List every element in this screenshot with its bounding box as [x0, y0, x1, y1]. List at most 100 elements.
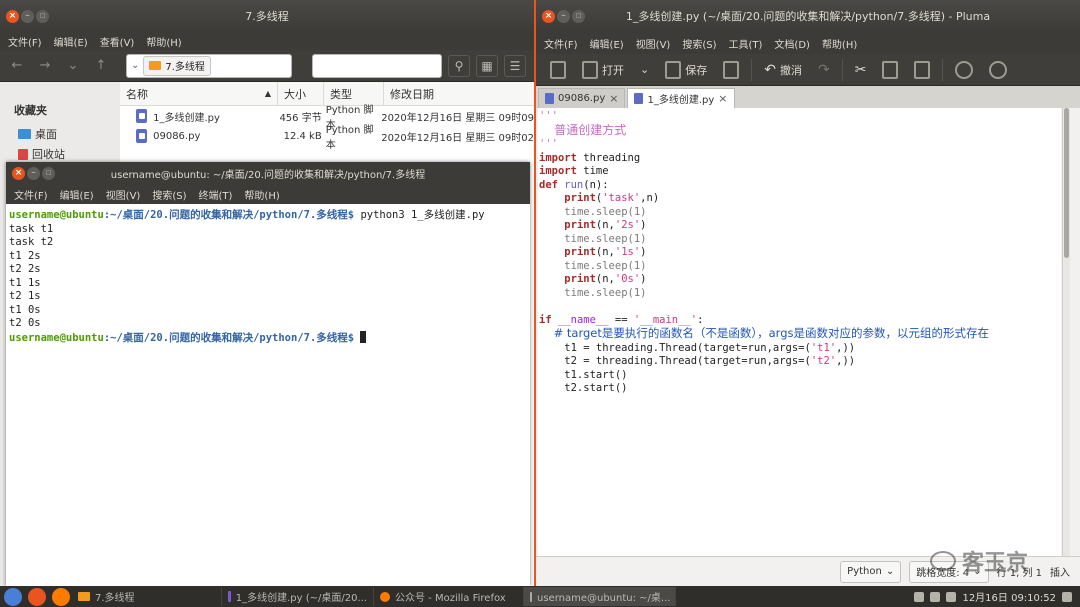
- menu-documents[interactable]: 文档(D): [774, 36, 810, 51]
- menu-terminal[interactable]: 终端(T): [199, 187, 233, 202]
- close-icon[interactable]: ×: [12, 166, 25, 180]
- menu-file[interactable]: 文件(F): [8, 34, 42, 49]
- search-icon[interactable]: ⚲: [448, 54, 470, 77]
- tab-multithread[interactable]: 1_多线创建.py ×: [627, 88, 735, 108]
- code-line: time.sleep(1): [539, 287, 1061, 301]
- menu-help[interactable]: 帮助(H): [146, 34, 181, 49]
- network-icon[interactable]: [914, 591, 925, 602]
- menu-view[interactable]: 查看(V): [100, 34, 135, 49]
- search-input[interactable]: [312, 53, 442, 78]
- menu-tools[interactable]: 工具(T): [729, 36, 763, 51]
- copy-icon: [882, 60, 899, 79]
- print-button[interactable]: [717, 57, 745, 83]
- menu-edit[interactable]: 编辑(E): [54, 34, 88, 49]
- editor-scrollbar[interactable]: [1062, 108, 1070, 556]
- undo-button[interactable]: ↶ 撤消: [758, 57, 808, 83]
- pluma-titlebar[interactable]: × – ▫ 1_多线创建.py (~/桌面/20.问题的收集和解决/python…: [536, 0, 1080, 32]
- close-icon[interactable]: ×: [718, 92, 727, 105]
- code-token: '1s': [614, 246, 641, 258]
- chevron-down-icon: ⌄: [885, 566, 895, 577]
- maximize-icon[interactable]: ▫: [42, 166, 55, 180]
- copy-button[interactable]: [876, 57, 904, 83]
- column-name[interactable]: 名称 ▲: [120, 82, 278, 105]
- file-date: 2020年12月16日 星期三 09时02: [381, 132, 534, 144]
- save-button[interactable]: 保存: [659, 57, 713, 83]
- code-token: (n,: [595, 273, 615, 285]
- minimize-icon[interactable]: –: [27, 166, 40, 180]
- power-icon[interactable]: [1062, 591, 1072, 602]
- list-view-icon[interactable]: ☰: [504, 54, 526, 77]
- menu-launcher-icon[interactable]: [4, 587, 22, 606]
- menu-help[interactable]: 帮助(H): [822, 36, 857, 51]
- sidebar-item-desktop[interactable]: 桌面: [14, 124, 120, 144]
- menu-search[interactable]: 搜索(S): [682, 36, 716, 51]
- app-launcher-icon[interactable]: [28, 587, 46, 606]
- notification-icon[interactable]: [946, 591, 957, 602]
- menu-help[interactable]: 帮助(H): [244, 187, 279, 202]
- table-row[interactable]: 09086.py 12.4 kB Python 脚本 2020年12月16日 星…: [120, 125, 534, 151]
- close-icon[interactable]: ×: [609, 92, 618, 105]
- sidebar-item-trash[interactable]: 回收站: [14, 144, 120, 164]
- minimize-icon[interactable]: –: [21, 9, 34, 23]
- up-arrow-icon[interactable]: ↑: [90, 55, 112, 77]
- code-token: time.sleep(1): [564, 205, 647, 218]
- chevron-down-icon[interactable]: ⌄: [62, 55, 84, 77]
- menu-search[interactable]: 搜索(S): [152, 187, 186, 202]
- code-editor[interactable]: ''' 普通创建方式 ''' import threading import time…: [538, 108, 1061, 556]
- code-token: def: [539, 178, 558, 191]
- forward-arrow-icon[interactable]: →: [34, 55, 56, 77]
- close-icon[interactable]: ×: [542, 9, 555, 23]
- chevron-down-icon[interactable]: ⌄: [131, 60, 139, 71]
- menu-view[interactable]: 视图(V): [106, 187, 141, 202]
- open-recent-button[interactable]: ⌄: [634, 57, 655, 83]
- language-selector[interactable]: Python ⌄: [840, 560, 902, 583]
- tab-09086[interactable]: 09086.py ×: [538, 88, 626, 108]
- menu-view[interactable]: 视图(V): [636, 36, 671, 51]
- chevron-down-icon: ⌄: [640, 63, 650, 76]
- terminal-command: python3 1_多线创建.py: [354, 209, 485, 221]
- search-icon: [955, 60, 974, 79]
- file-date: 2020年12月16日 星期三 09时09: [381, 112, 534, 124]
- menu-file[interactable]: 文件(F): [14, 187, 48, 202]
- redo-icon: ↷: [817, 61, 830, 78]
- maximize-icon[interactable]: ▫: [572, 9, 585, 23]
- grid-view-icon[interactable]: ▦: [476, 54, 498, 77]
- redo-button[interactable]: ↷: [812, 57, 836, 83]
- find-button[interactable]: [949, 57, 979, 83]
- location-bar[interactable]: ⌄ 7.多线程: [126, 53, 292, 78]
- code-token: time: [576, 165, 609, 177]
- column-size[interactable]: 大小: [278, 82, 324, 105]
- task-file-manager[interactable]: 7.多线程: [72, 587, 222, 606]
- terminal-output[interactable]: username@ubuntu:~/桌面/20.问题的收集和解决/python/…: [6, 204, 530, 350]
- menu-file[interactable]: 文件(F): [544, 36, 578, 51]
- minimize-icon[interactable]: –: [557, 9, 570, 23]
- code-line: print(n,'1s'): [539, 246, 1061, 260]
- toolbar-separator: [942, 58, 944, 81]
- terminal-titlebar[interactable]: × – ▫ username@ubuntu: ~/桌面/20.问题的收集和解决/…: [6, 162, 530, 184]
- code-token: ,n): [640, 192, 660, 204]
- task-pluma[interactable]: 1_多线创建.py (~/桌面/20...: [222, 587, 374, 606]
- desktop-icon: [18, 129, 31, 139]
- task-terminal[interactable]: username@ubuntu: ~/桌...: [524, 587, 676, 606]
- scrollbar-thumb[interactable]: [1064, 108, 1069, 258]
- maximize-icon[interactable]: ▫: [36, 9, 49, 23]
- clock[interactable]: 12月16日 09:10:52: [962, 589, 1056, 604]
- back-arrow-icon[interactable]: ←: [6, 55, 28, 77]
- task-firefox[interactable]: 公众号 - Mozilla Firefox: [374, 587, 524, 606]
- cut-button[interactable]: ✂: [849, 57, 873, 83]
- close-icon[interactable]: ×: [6, 9, 19, 23]
- paste-button[interactable]: [908, 57, 936, 83]
- firefox-icon[interactable]: [52, 587, 70, 606]
- new-document-button[interactable]: [544, 57, 572, 83]
- open-button[interactable]: 打开: [576, 57, 630, 83]
- fm-titlebar[interactable]: × – ▫ 7.多线程: [0, 0, 534, 32]
- column-date[interactable]: 修改日期: [384, 82, 534, 105]
- volume-icon[interactable]: [930, 591, 941, 602]
- menu-edit[interactable]: 编辑(E): [590, 36, 624, 51]
- menu-edit[interactable]: 编辑(E): [60, 187, 94, 202]
- location-segment[interactable]: 7.多线程: [143, 55, 211, 76]
- insert-mode: 插入: [1050, 568, 1070, 579]
- task-label: 1_多线创建.py (~/桌面/20...: [235, 593, 367, 604]
- replace-button[interactable]: [983, 57, 1013, 83]
- python-file-icon: [634, 93, 644, 104]
